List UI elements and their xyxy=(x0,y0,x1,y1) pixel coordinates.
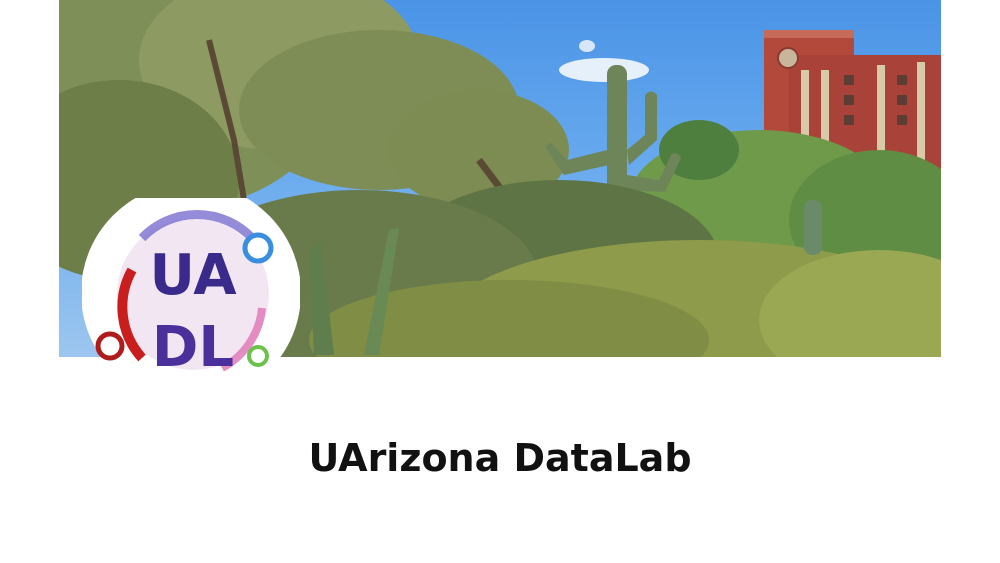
logo-text-top: UA xyxy=(149,243,237,308)
uadl-logo-icon: UA DL xyxy=(81,183,301,403)
page-title: UArizona DataLab xyxy=(308,436,692,480)
logo-text-bottom: DL xyxy=(152,315,234,380)
